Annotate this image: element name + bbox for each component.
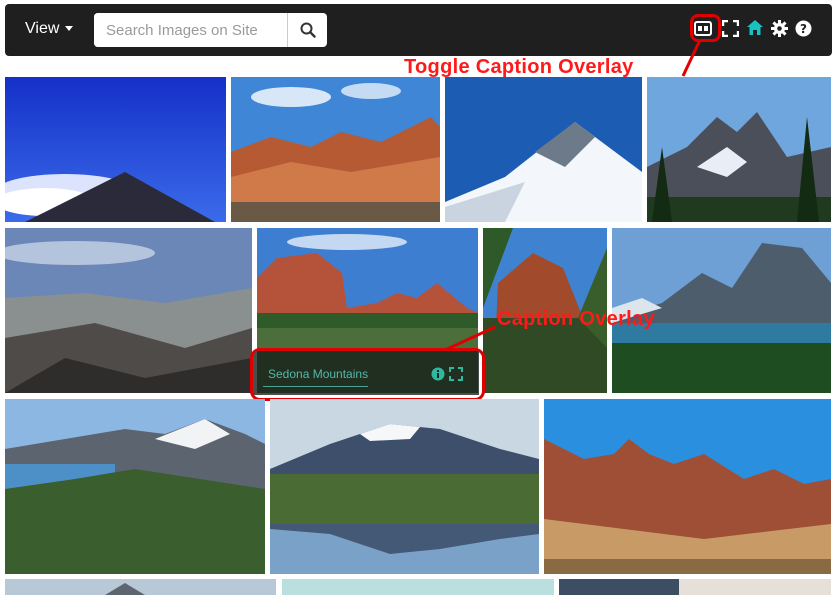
gallery-image[interactable] <box>559 579 831 595</box>
svg-text:?: ? <box>800 22 807 36</box>
gallery-image[interactable] <box>647 77 831 222</box>
fullscreen-icon[interactable] <box>719 17 741 39</box>
view-menu-label: View <box>25 20 60 37</box>
gallery-image[interactable] <box>282 579 554 595</box>
gallery-image[interactable] <box>270 399 539 574</box>
toggle-caption-annotation: Toggle Caption Overlay <box>404 56 634 78</box>
toggle-caption-arrow <box>681 40 702 77</box>
gallery-image[interactable] <box>5 579 276 595</box>
gallery-image[interactable] <box>5 399 265 574</box>
settings-icon[interactable] <box>768 17 790 39</box>
caption-overlay-arrow <box>444 325 496 352</box>
toggle-caption-highlight <box>690 14 721 42</box>
gallery-image[interactable] <box>445 77 642 222</box>
search-icon <box>300 22 316 38</box>
gallery-image[interactable] <box>231 77 440 222</box>
caption-overlay-annotation: Caption Overlay <box>497 308 655 330</box>
gallery-image[interactable] <box>5 228 252 393</box>
search-input[interactable] <box>94 13 284 47</box>
gallery-image[interactable] <box>544 399 831 574</box>
help-icon[interactable]: ? <box>792 17 814 39</box>
caret-down-icon <box>65 26 74 32</box>
view-menu-button[interactable]: View <box>25 20 74 38</box>
home-icon[interactable] <box>744 16 766 38</box>
search-button[interactable] <box>287 13 327 47</box>
search-box <box>94 13 327 47</box>
gallery-image[interactable] <box>5 77 226 222</box>
caption-overlay-highlight <box>250 348 485 401</box>
